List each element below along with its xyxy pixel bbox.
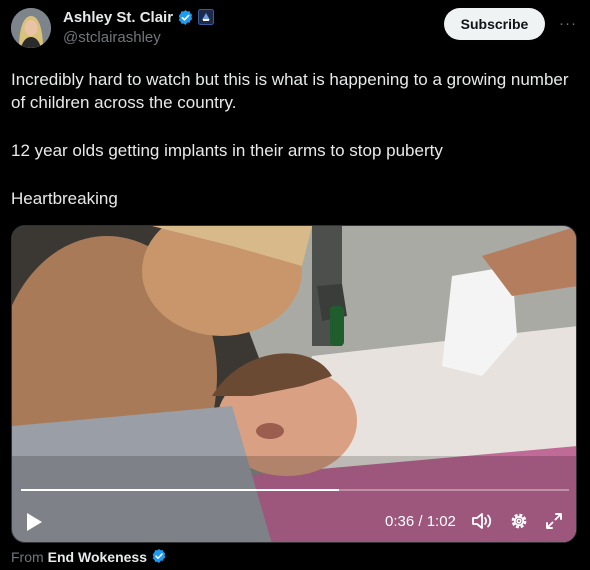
fullscreen-icon[interactable] <box>542 509 566 533</box>
post-header: Ashley St. Clair @stclairashley Subscrib… <box>11 8 579 52</box>
subscribe-button[interactable]: Subscribe <box>444 8 545 40</box>
video-time: 0:36 / 1:02 <box>385 513 456 530</box>
affiliate-badge-icon[interactable] <box>198 9 215 26</box>
video-player[interactable]: 0:36 / 1:02 <box>11 225 577 543</box>
video-controls: 0:36 / 1:02 <box>12 501 576 541</box>
video-progress-fill <box>21 489 339 491</box>
volume-icon[interactable] <box>470 509 494 533</box>
verified-badge-icon <box>151 548 168 565</box>
avatar[interactable] <box>11 8 51 48</box>
post-text: Incredibly hard to watch but this is wha… <box>11 68 571 210</box>
attribution-prefix: From <box>11 548 44 565</box>
video-frame <box>12 226 576 542</box>
video-progress-bar[interactable] <box>21 489 569 491</box>
post-paragraph: 12 year olds getting implants in their a… <box>11 141 443 160</box>
verified-badge-icon[interactable] <box>177 9 194 26</box>
video-attribution: From End Wokeness <box>11 548 168 565</box>
author-handle[interactable]: @stclairashley <box>63 29 161 46</box>
settings-gear-icon[interactable] <box>507 509 531 533</box>
author-name[interactable]: Ashley St. Clair <box>63 9 173 26</box>
post-paragraph: Incredibly hard to watch but this is wha… <box>11 70 569 112</box>
play-icon[interactable] <box>22 510 46 534</box>
post-paragraph: Heartbreaking <box>11 189 118 208</box>
more-options-icon[interactable]: ··· <box>558 13 578 33</box>
attribution-source-link[interactable]: End Wokeness <box>48 549 147 565</box>
